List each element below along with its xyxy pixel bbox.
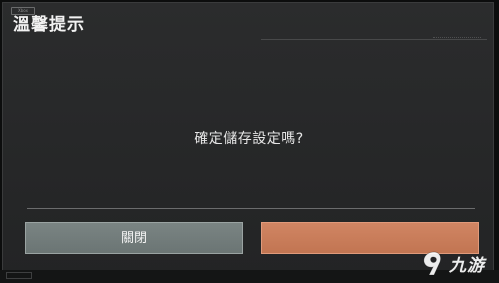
watermark-text: 九游 <box>449 255 485 276</box>
bottom-tag <box>6 272 32 279</box>
confirm-dialog: Xbox 溫馨提示 確定儲存設定嗎? 關閉 <box>2 2 494 278</box>
dialog-title: 溫馨提示 <box>13 15 85 35</box>
close-button[interactable]: 關閉 <box>25 222 243 254</box>
screen-frame: Xbox 溫馨提示 確定儲存設定嗎? 關閉 九游 <box>0 0 499 283</box>
watermark: 九游 <box>420 246 498 280</box>
button-divider <box>27 208 475 209</box>
9game-logo-icon <box>423 251 442 276</box>
title-divider-accent <box>433 37 481 40</box>
dialog-message: 確定儲存設定嗎? <box>194 131 304 147</box>
